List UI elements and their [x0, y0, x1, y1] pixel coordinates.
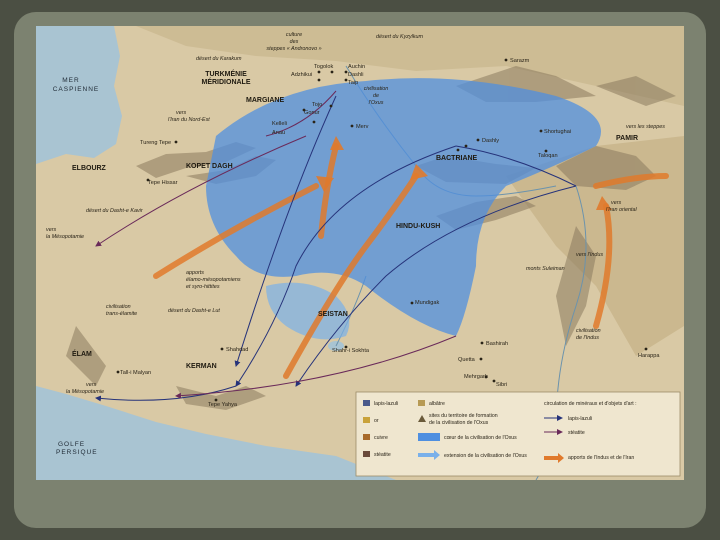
site-tepeyahya: Tepe Yahya [208, 402, 238, 408]
label-indus-1: civilisation [576, 328, 601, 334]
label-oxus-2: de [373, 93, 379, 99]
label-andronovo-2: des [290, 39, 299, 45]
site-turengtepe: Tureng Tepe [140, 140, 171, 146]
site-mehrgarh: Mehrgarh [464, 374, 488, 380]
legend-coeur: cœur de la civilisation de l'Oxus [444, 435, 517, 441]
label-apports-3: et syro-hittites [186, 284, 220, 290]
site-merv: Merv [356, 124, 369, 130]
label-trans-1: civilisation [106, 304, 131, 310]
label-elam: ÉLAM [72, 349, 92, 358]
label-kopet: KOPET DAGH [186, 163, 233, 170]
label-kerman: KERMAN [186, 363, 217, 370]
legend-circulation: circulation de minéraux et d'objets d'ar… [544, 401, 637, 407]
caspian-sea [36, 26, 122, 164]
legend-albatre: albâtre [429, 401, 445, 407]
legend-sites-form-1: sites du territoire de formation [429, 413, 498, 419]
label-dasht-lut: désert du Dasht-e Lut [168, 308, 220, 314]
legend-extension: extension de la civilisation de l'Oxus [444, 453, 527, 459]
label-meso2-2: la Mésopotamie [66, 389, 104, 395]
legend-lapis-swatch [363, 400, 370, 406]
label-kyzylkum: désert du Kyzylkum [376, 34, 424, 40]
site-taip: Taip [348, 80, 358, 86]
label-iran-ext-1: vers [611, 200, 621, 206]
label-trans-2: trans-élamite [106, 311, 137, 317]
label-steppes: vers les steppes [626, 124, 665, 130]
oxus-map: désert du Karakum désert du Kyzylkum cul… [36, 26, 684, 480]
legend-cuivre-swatch [363, 434, 370, 440]
map-canvas: désert du Karakum désert du Kyzylkum cul… [36, 26, 684, 480]
label-turkmenie-2: MÉRIDIONALE [202, 77, 251, 86]
site-talgan: Taloqan [538, 153, 558, 159]
label-iran-ne-1: vers [176, 110, 186, 116]
label-margiane: MARGIANE [246, 97, 284, 104]
site-quetta: Quetta [458, 357, 476, 363]
site-dashli: Dashli [348, 72, 364, 78]
site-shahdad: Shahdad [226, 347, 248, 353]
label-caspian-2: CASPIENNE [53, 86, 100, 93]
legend-cuivre: cuivre [374, 435, 388, 441]
site-bashirah: Bashirah [486, 341, 508, 347]
label-iran-ne-2: l'Iran du Nord-Est [168, 117, 210, 123]
legend-circ-lapis: lapis-lazuli [568, 416, 592, 422]
legend-lapis: lapis-lazuli [374, 401, 398, 407]
label-meso-2: la Mésopotamie [46, 234, 84, 240]
label-meso2-1: vers [86, 382, 96, 388]
label-iran-ext-2: l'Iran oriental [606, 207, 637, 213]
site-sarazm: Sarazm [510, 58, 530, 64]
legend-albatre-swatch [418, 400, 425, 406]
site-gonur: Gonur [304, 110, 320, 116]
site-tepehissar: Tepe Hissar [148, 180, 178, 186]
label-bactriane: BACTRIANE [436, 155, 478, 162]
label-elbourz: ELBOURZ [72, 165, 107, 172]
site-shortughai: Shortughai [544, 129, 571, 135]
site-dashly: Dashly [482, 138, 499, 144]
label-meso-1: vers [46, 227, 56, 233]
label-golfe-1: GOLFE [58, 441, 85, 448]
label-indus-2: de l'Indus [576, 335, 599, 341]
label-indus-vers: vers l'Indus [576, 252, 603, 258]
legend-sites-form-2: de la civilisation de l'Oxus [429, 420, 489, 426]
site-mundigak: Mundigak [415, 300, 439, 306]
site-kelleli: Kelleli [272, 121, 287, 127]
site-tojo: Tojo [312, 102, 322, 108]
legend-or: or [374, 418, 379, 424]
legend-circ-steatite: stéatite [568, 430, 585, 436]
site-togolok: Togolok [314, 64, 333, 70]
site-adzhikui: Adzhikui [291, 72, 312, 78]
label-seistan: SEISTAN [318, 311, 348, 318]
legend-steatite-swatch [363, 451, 370, 457]
label-turkmenie-1: TURKMÉNIE [205, 69, 247, 78]
label-oxus-1: civilisation [364, 86, 389, 92]
slide-background: désert du Karakum désert du Kyzylkum cul… [0, 0, 720, 540]
label-monts: monts Suleiman [526, 266, 565, 272]
site-auchin: Auchin [348, 64, 365, 70]
label-hindu-kush: HINDU-KUSH [396, 223, 440, 230]
site-anau: Anau [272, 130, 285, 136]
label-karakum: désert du Karakum [196, 56, 242, 62]
label-oxus-3: l'Oxus [369, 100, 384, 106]
legend-steatite: stéatite [374, 452, 391, 458]
label-andronovo-1: culture [286, 32, 302, 38]
legend-apports: apports de l'Indus et de l'Iran [568, 455, 634, 461]
legend-coeur-swatch [418, 433, 440, 441]
legend-or-swatch [363, 417, 370, 423]
label-apports-1: apports [186, 270, 204, 276]
legend: lapis-lazuli or cuivre stéatite albâtre … [355, 391, 681, 477]
label-pamir: PAMIR [616, 135, 638, 142]
site-harappa: Harappa [638, 353, 660, 359]
label-andronovo-3: steppes « Andronovo » [266, 46, 321, 52]
label-apports-2: élamo-mésopotamiens [186, 277, 241, 283]
site-shahrsokhta: Shahr-i Sokhta [332, 348, 370, 354]
label-caspian-1: MER [62, 77, 79, 84]
label-dasht-kavir: désert du Dasht-e Kavir [86, 208, 143, 214]
site-sibri: Sibri [496, 382, 507, 388]
site-tallimalyan: Tall-i Malyan [120, 370, 151, 376]
label-golfe-2: PERSIQUE [56, 449, 98, 456]
